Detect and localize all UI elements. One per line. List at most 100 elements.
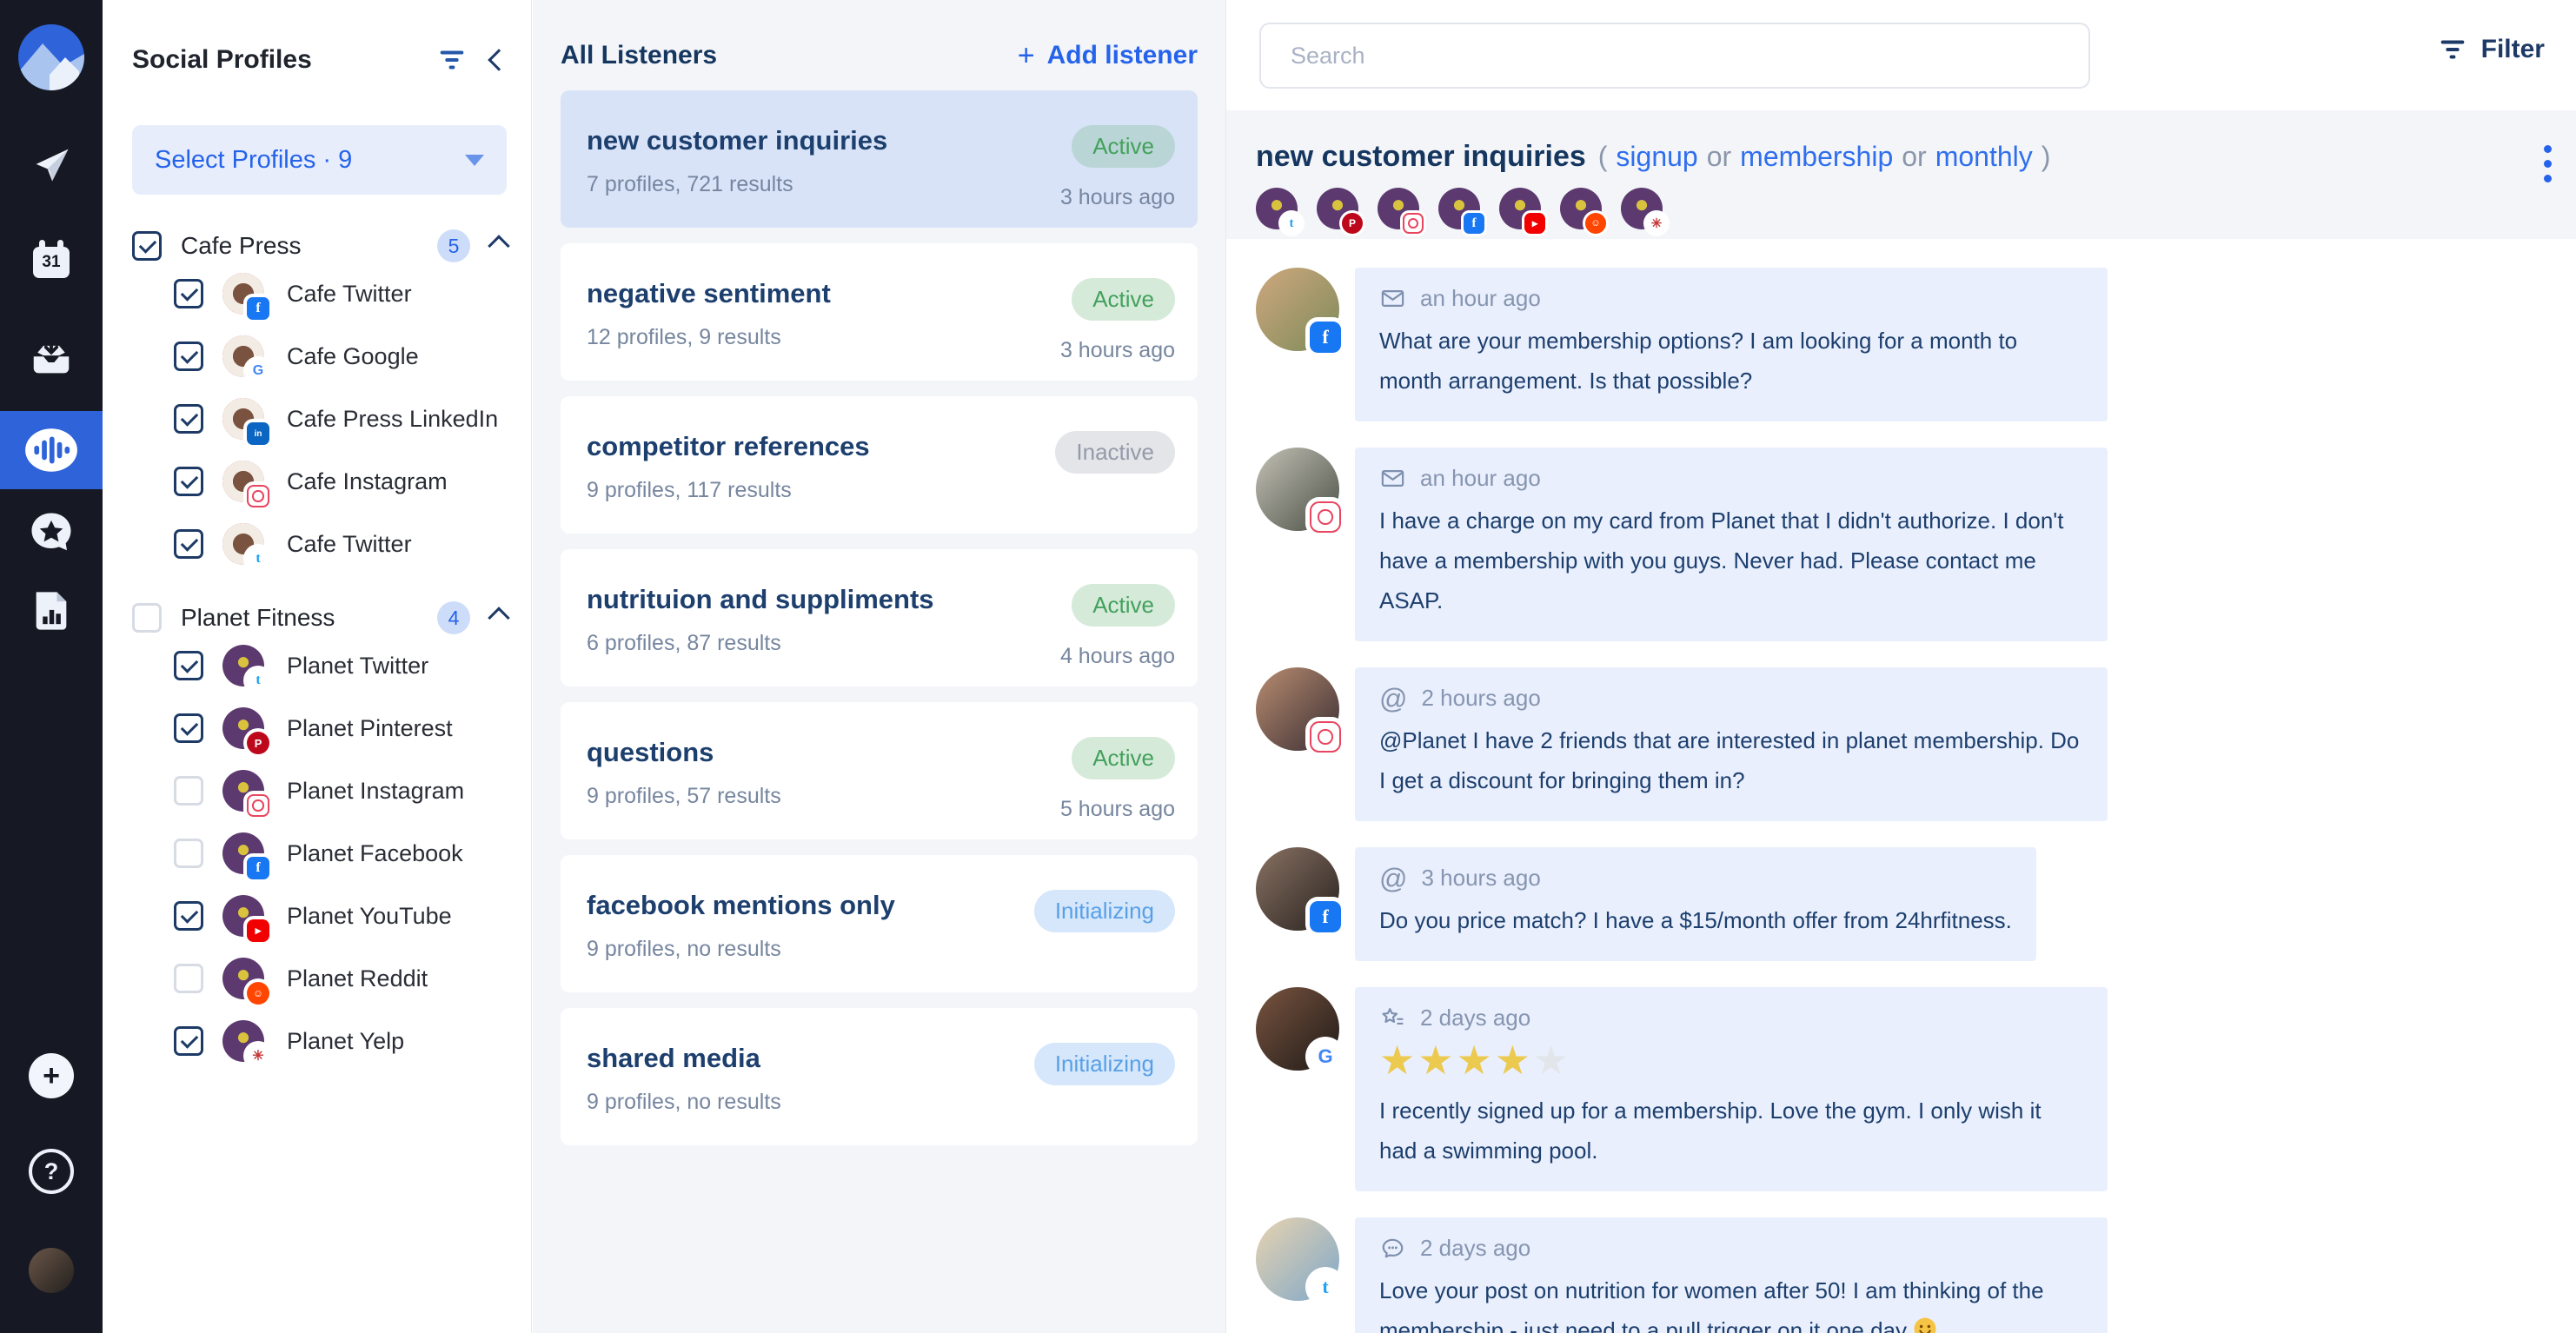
message-bubble[interactable]: an hour ago What are your membership opt…	[1355, 268, 2108, 421]
chevron-up-icon[interactable]	[488, 607, 509, 628]
linkedin-badge-icon	[247, 422, 269, 445]
message-bubble[interactable]: @ 3 hours ago Do you price match? I have…	[1355, 847, 2036, 961]
message-bubble[interactable]: an hour ago I have a charge on my card f…	[1355, 448, 2108, 641]
chevron-down-icon	[465, 155, 484, 166]
avatar	[1256, 847, 1339, 931]
nav-item-inbox[interactable]	[0, 328, 103, 381]
profile-row[interactable]: Planet Pinterest	[174, 697, 507, 759]
listener-card[interactable]: shared media 9 profiles, no results Init…	[561, 1008, 1198, 1145]
profile-row[interactable]: Cafe Twitter	[174, 262, 507, 325]
profile-avatar	[222, 523, 264, 565]
nav-account-avatar[interactable]	[0, 1248, 103, 1293]
nav-item-reviews[interactable]	[0, 508, 103, 557]
listener-title: facebook mentions only	[587, 890, 895, 921]
listener-card[interactable]: facebook mentions only 9 profiles, no re…	[561, 855, 1198, 992]
message-bubble[interactable]: @ 2 hours ago @Planet I have 2 friends t…	[1355, 667, 2108, 821]
filter-icon[interactable]	[437, 45, 467, 75]
pinterest-badge-icon	[1342, 213, 1363, 234]
keyword-link[interactable]: membership	[1740, 141, 1893, 173]
chevron-up-icon[interactable]	[488, 235, 509, 256]
select-profiles-dropdown[interactable]: Select Profiles · 9	[132, 125, 507, 195]
listener-card[interactable]: nutrituion and suppliments 6 profiles, 8…	[561, 549, 1198, 686]
listening-icon	[23, 426, 80, 474]
profile-checkbox[interactable]	[174, 964, 203, 993]
profile-avatar[interactable]	[1621, 188, 1663, 229]
group-checkbox[interactable]	[132, 231, 162, 261]
profile-row[interactable]: Planet Twitter	[174, 634, 507, 697]
add-listener-button[interactable]: + Add listener	[1018, 39, 1198, 73]
facebook-badge-icon	[1310, 322, 1341, 353]
listener-card[interactable]: questions 9 profiles, 57 results Active …	[561, 702, 1198, 839]
profile-avatar[interactable]	[1560, 188, 1602, 229]
chevron-left-icon[interactable]	[488, 49, 509, 70]
profile-checkbox[interactable]	[174, 279, 203, 308]
profile-avatar[interactable]	[1378, 188, 1419, 229]
profile-checkbox[interactable]	[174, 776, 203, 806]
listener-meta: 9 profiles, no results	[587, 1090, 781, 1115]
nav-item-publish[interactable]	[0, 141, 103, 189]
listeners-panel: All Listeners + Add listener new custome…	[533, 0, 1225, 1333]
app-logo[interactable]	[0, 23, 103, 92]
avatar	[1256, 1217, 1339, 1301]
profile-row[interactable]: Planet Yelp	[174, 1010, 507, 1072]
group-checkbox[interactable]	[132, 603, 162, 633]
keyword-link[interactable]: monthly	[1935, 141, 2033, 173]
kebab-menu-icon[interactable]	[2544, 145, 2552, 182]
page-title: new customer inquiries	[1256, 140, 1586, 174]
nav-item-calendar[interactable]: 31	[0, 233, 103, 285]
profile-label: Planet Yelp	[287, 1028, 404, 1055]
profile-checkbox[interactable]	[174, 839, 203, 868]
avatar	[1256, 987, 1339, 1071]
profile-row[interactable]: Planet Instagram	[174, 759, 507, 822]
profile-checkbox[interactable]	[174, 901, 203, 931]
nav-item-listening-active[interactable]	[0, 411, 103, 489]
message-bubble[interactable]: 2 days ago ★★★★★ I recently signed up fo…	[1355, 987, 2108, 1191]
profile-row[interactable]: Cafe Press LinkedIn	[174, 388, 507, 450]
listener-meta: 6 profiles, 87 results	[587, 631, 934, 656]
profile-group-planet-fitness[interactable]: Planet Fitness 4	[132, 601, 507, 634]
nav-add-button[interactable]: +	[0, 1053, 103, 1098]
profile-checkbox[interactable]	[174, 529, 203, 559]
filter-button[interactable]: Filter	[2438, 35, 2545, 64]
twitter-badge-icon	[247, 547, 269, 570]
reddit-badge-icon	[1585, 213, 1606, 234]
listener-card[interactable]: negative sentiment 12 profiles, 9 result…	[561, 243, 1198, 381]
facebook-badge-icon	[247, 857, 269, 879]
nav-item-reports[interactable]	[0, 587, 103, 635]
profile-row[interactable]: Planet Reddit	[174, 947, 507, 1010]
profile-row[interactable]: Planet YouTube	[174, 885, 507, 947]
keyword-link[interactable]: signup	[1616, 141, 1697, 173]
profile-row[interactable]: Planet Facebook	[174, 822, 507, 885]
profile-avatar[interactable]	[1256, 188, 1298, 229]
listener-card[interactable]: competitor references 9 profiles, 117 re…	[561, 396, 1198, 534]
profile-group-cafe-press[interactable]: Cafe Press 5	[132, 229, 507, 262]
profile-row[interactable]: Cafe Google	[174, 325, 507, 388]
search-input[interactable]	[1259, 23, 2090, 89]
profile-checkbox[interactable]	[174, 342, 203, 371]
add-listener-label: Add listener	[1047, 41, 1198, 70]
profile-label: Planet YouTube	[287, 903, 452, 930]
message-time: an hour ago	[1420, 465, 1541, 492]
profile-checkbox[interactable]	[174, 467, 203, 496]
facebook-badge-icon	[247, 297, 269, 320]
profile-checkbox[interactable]	[174, 1026, 203, 1056]
profile-row[interactable]: Cafe Twitter	[174, 513, 507, 575]
profile-row[interactable]: Cafe Instagram	[174, 450, 507, 513]
profile-avatar[interactable]	[1438, 188, 1480, 229]
profile-avatar[interactable]	[1317, 188, 1358, 229]
profile-checkbox[interactable]	[174, 651, 203, 680]
profile-checkbox[interactable]	[174, 713, 203, 743]
profile-avatar[interactable]	[1499, 188, 1541, 229]
listener-card[interactable]: new customer inquiries 7 profiles, 721 r…	[561, 90, 1198, 228]
profile-avatar	[222, 461, 264, 502]
yelp-badge-icon	[247, 1045, 269, 1067]
status-badge: Inactive	[1055, 431, 1175, 474]
profile-label: Cafe Twitter	[287, 531, 412, 558]
profile-checkbox[interactable]	[174, 404, 203, 434]
message-bubble[interactable]: 2 days ago Love your post on nutrition f…	[1355, 1217, 2108, 1333]
comment-icon	[1379, 1235, 1406, 1262]
facebook-badge-icon	[1310, 901, 1341, 932]
send-icon	[29, 143, 74, 188]
instagram-badge-icon	[1310, 501, 1341, 533]
nav-help-button[interactable]: ?	[0, 1151, 103, 1192]
